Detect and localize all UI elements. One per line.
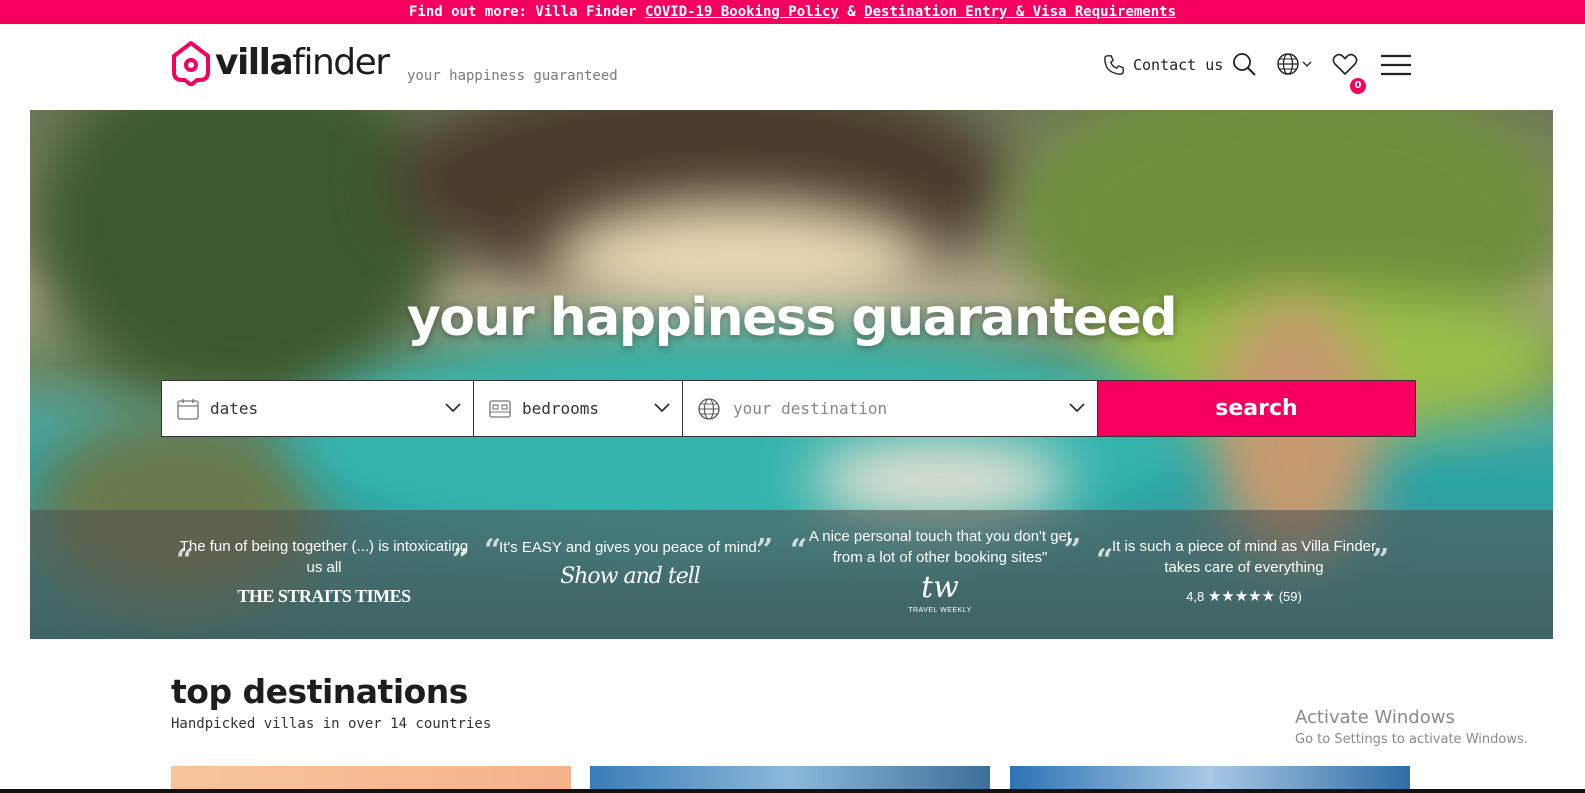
dates-select[interactable]: dates [162, 381, 474, 436]
globe-icon [1277, 53, 1299, 75]
covid-policy-link[interactable]: COVID-19 Booking Policy [645, 4, 839, 20]
logo-wordmark: villafinder [215, 42, 390, 83]
review-card: A nice personal touch that you don't get… [792, 526, 1088, 621]
chevron-down-icon [445, 403, 461, 413]
heart-icon[interactable] [1332, 52, 1358, 76]
globe-icon [698, 397, 720, 420]
header-tagline: your happiness guaranteed [407, 68, 618, 84]
section-subtitle: Handpicked villas in over 14 countries [171, 716, 492, 732]
dates-label: dates [210, 399, 259, 418]
rating-score: 4,8 [1186, 589, 1205, 604]
hero-title: your happiness guaranteed [406, 288, 1178, 348]
watermark-subtitle: Go to Settings to activate Windows. [1295, 732, 1528, 747]
rating-count: (59) [1278, 589, 1302, 604]
hero-photo-backdrop [30, 110, 450, 410]
review-quote: The fun of being together (...) is intox… [179, 538, 469, 576]
chevron-down-icon [1302, 61, 1312, 67]
menu-icon[interactable] [1381, 54, 1411, 76]
bedrooms-select[interactable]: bedrooms [474, 381, 683, 436]
section-title: top destinations [171, 672, 468, 711]
contact-us-label: Contact us [1133, 56, 1224, 74]
site-header: villafinder your happiness guaranteed Co… [0, 24, 1585, 110]
destination-input[interactable]: your destination [683, 381, 1098, 436]
entry-visa-link[interactable]: Destination Entry & Visa Requirements [864, 4, 1176, 20]
review-card: The fun of being together (...) is intox… [176, 536, 472, 607]
bedrooms-label: bedrooms [522, 399, 600, 418]
chevron-down-icon [654, 403, 670, 413]
rating-stars: ★★★★★ [1207, 588, 1276, 605]
phone-icon [1104, 55, 1124, 75]
review-card: It's EASY and gives you peace of mind. S… [482, 537, 778, 589]
announcement-bar: Find out more: Villa Finder COVID-19 Boo… [0, 0, 1585, 24]
quote-close-icon: ” [1372, 543, 1390, 578]
hero-banner: your happiness guaranteed dates bedrooms [30, 110, 1553, 639]
announcement-text: Find out more: Villa Finder [408, 4, 645, 20]
quote-close-icon: ” [452, 543, 470, 578]
travel-weekly-logo: tw [921, 570, 959, 605]
review-quote: A nice personal touch that you don't get… [808, 528, 1072, 566]
straits-times-logo: THE STRAITS TIMES [237, 586, 411, 606]
announcement-amp: & [838, 4, 865, 20]
favorites-count-badge: 0 [1350, 78, 1366, 94]
calendar-icon [177, 398, 199, 420]
activate-windows-watermark: Activate Windows Go to Settings to activ… [1295, 707, 1528, 747]
logo[interactable]: villafinder [171, 40, 390, 86]
language-selector[interactable] [1276, 52, 1312, 76]
watermark-title: Activate Windows [1295, 707, 1455, 728]
quote-close-icon: ” [1064, 533, 1082, 568]
search-button[interactable]: search [1098, 381, 1415, 436]
quote-close-icon: ” [756, 533, 774, 568]
rating-summary[interactable]: 4,8 ★★★★★ (59) [1096, 586, 1392, 607]
chevron-down-icon [1069, 403, 1085, 413]
review-quote: It is such a piece of mind as Villa Find… [1111, 538, 1377, 576]
review-quote: It's EASY and gives you peace of mind. [499, 539, 761, 556]
press-reviews-strip: “ The fun of being together (...) is int… [30, 510, 1553, 639]
logo-home-icon [172, 41, 210, 86]
search-icon[interactable] [1232, 52, 1256, 76]
bed-icon [489, 399, 511, 418]
destination-placeholder: your destination [733, 399, 888, 418]
review-card: It is such a piece of mind as Villa Find… [1096, 536, 1392, 607]
travel-weekly-sublabel: TRAVEL WEEKLY [908, 607, 972, 614]
contact-us-link[interactable]: Contact us [1103, 48, 1223, 82]
search-bar: dates bedrooms your destination search [161, 380, 1416, 437]
bottom-edge [0, 789, 1585, 793]
show-and-tell-logo: Show and tell [560, 564, 701, 589]
